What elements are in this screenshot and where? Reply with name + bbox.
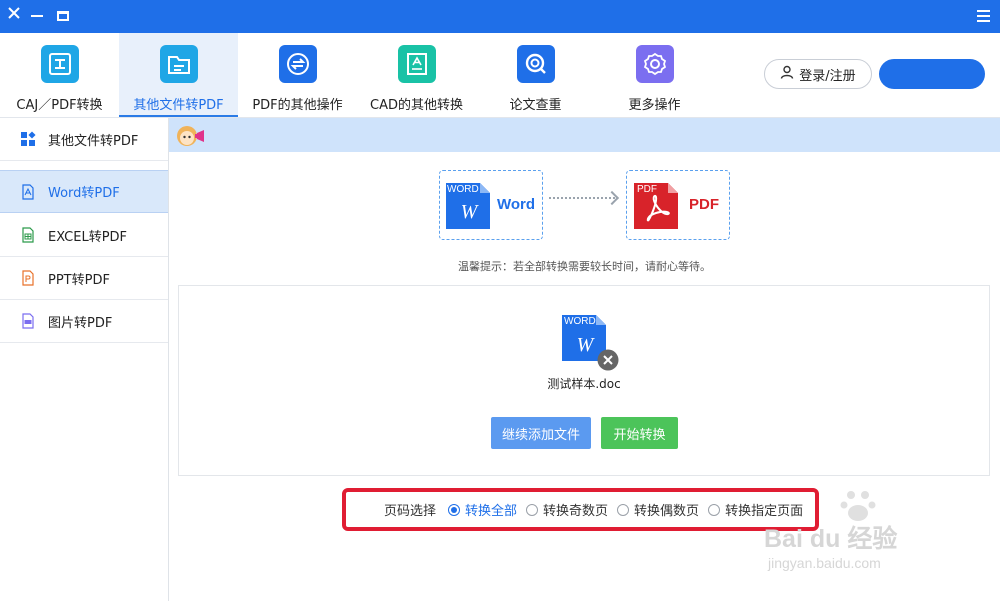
caj-pdf-icon	[40, 45, 79, 83]
sidebar: 其他文件转PDF Word转PDF EXCEL转PDF PPT转PDF 图片转P…	[0, 118, 169, 601]
tab-label: 其他文件转PDF	[133, 98, 224, 113]
close-icon[interactable]	[8, 7, 20, 19]
menu-icon[interactable]	[977, 10, 990, 22]
radio-convert-all[interactable]: 转换全部	[448, 500, 517, 519]
tab-label: CAJ／PDF转换	[16, 98, 103, 113]
tab-caj-pdf[interactable]: CAJ／PDF转换	[0, 33, 119, 117]
tab-pdf-operations[interactable]: PDF的其他操作	[238, 33, 357, 117]
minimize-icon[interactable]	[31, 15, 43, 17]
sidebar-item-label: EXCEL转PDF	[48, 229, 128, 245]
folder-file-icon	[159, 45, 198, 83]
tab-label: CAD的其他转换	[370, 98, 463, 113]
title-bar	[0, 0, 1000, 33]
notice-banner	[169, 118, 1000, 152]
hint-text: 温馨提示：若全部转换需要较长时间，请耐心等待。	[458, 260, 711, 273]
maximize-icon[interactable]	[57, 11, 69, 21]
cad-drawing-icon	[397, 45, 436, 83]
add-more-files-button[interactable]: 继续添加文件	[491, 417, 591, 449]
sidebar-item-excel-to-pdf[interactable]: EXCEL转PDF	[0, 214, 168, 257]
sidebar-item-label: 其他文件转PDF	[48, 133, 139, 149]
mascot-icon	[175, 123, 207, 149]
file-badge: WORD	[564, 316, 596, 327]
radio-button[interactable]	[448, 503, 461, 516]
source-format-label: Word	[497, 196, 536, 213]
page-selection-group: 页码选择 转换全部 转换奇数页 转换偶数页 转换指定页面	[342, 488, 819, 531]
pdf-badge: PDF	[637, 184, 657, 195]
radio-button[interactable]	[526, 503, 539, 516]
grid-apps-icon	[20, 131, 36, 147]
excel-file-icon	[20, 227, 36, 243]
account-action-button[interactable]	[879, 59, 985, 89]
file-letter: W	[577, 334, 596, 356]
source-format-card: W WORD Word	[439, 170, 543, 240]
remove-file-icon[interactable]	[597, 349, 619, 371]
radio-button[interactable]	[617, 503, 630, 516]
tab-other-to-pdf[interactable]: 其他文件转PDF	[119, 33, 238, 117]
login-register-button[interactable]: 登录/注册	[764, 59, 872, 89]
tab-label: 更多操作	[628, 98, 681, 113]
sidebar-item-word-to-pdf[interactable]: Word转PDF	[0, 170, 168, 213]
radio-label: 转换全部	[465, 504, 518, 519]
tab-plagiarism-check[interactable]: 论文查重	[476, 33, 595, 117]
sidebar-item-label: PPT转PDF	[48, 272, 110, 288]
file-drop-area[interactable]: W WORD 测试样本.doc 继续添加文件 开始转换	[178, 285, 990, 476]
file-name: 测试样本.doc	[547, 377, 621, 391]
watermark-brand: Bai du 经验	[764, 525, 898, 553]
gear-icon	[635, 45, 674, 83]
target-format-label: PDF	[689, 196, 719, 213]
page-selection-label: 页码选择	[384, 504, 437, 519]
radio-button[interactable]	[708, 503, 721, 516]
ppt-file-icon	[20, 270, 36, 286]
tab-label: 论文查重	[509, 98, 562, 113]
sidebar-item-other-to-pdf[interactable]: 其他文件转PDF	[0, 118, 168, 161]
radio-convert-odd[interactable]: 转换奇数页	[526, 500, 608, 519]
radio-label: 转换奇数页	[543, 504, 609, 519]
login-label: 登录/注册	[799, 68, 856, 84]
user-icon	[780, 65, 794, 83]
pdf-file-icon: PDF	[634, 183, 678, 233]
word-letter: W	[461, 201, 480, 223]
arrow-right-icon	[549, 197, 615, 199]
baidu-watermark: Bai du 经验 jingyan.baidu.com	[764, 487, 954, 577]
search-check-icon	[516, 45, 555, 83]
sidebar-item-label: 图片转PDF	[48, 315, 113, 331]
pdf-file-icon	[20, 183, 36, 200]
sidebar-item-image-to-pdf[interactable]: 图片转PDF	[0, 300, 168, 343]
swap-arrows-icon	[278, 45, 317, 83]
target-format-card: PDF PDF	[626, 170, 730, 240]
radio-label: 转换偶数页	[634, 504, 700, 519]
word-badge: WORD	[447, 184, 479, 195]
watermark-url: jingyan.baidu.com	[768, 555, 881, 571]
jpg-file-icon	[20, 313, 36, 329]
sidebar-item-ppt-to-pdf[interactable]: PPT转PDF	[0, 257, 168, 300]
tab-label: PDF的其他操作	[252, 98, 343, 113]
word-file-icon: W WORD	[446, 183, 490, 233]
sidebar-item-label: Word转PDF	[48, 186, 120, 201]
tab-cad-conversion[interactable]: CAD的其他转换	[357, 33, 476, 117]
tab-more-operations[interactable]: 更多操作	[595, 33, 714, 117]
radio-convert-even[interactable]: 转换偶数页	[617, 500, 699, 519]
start-conversion-button[interactable]: 开始转换	[601, 417, 678, 449]
